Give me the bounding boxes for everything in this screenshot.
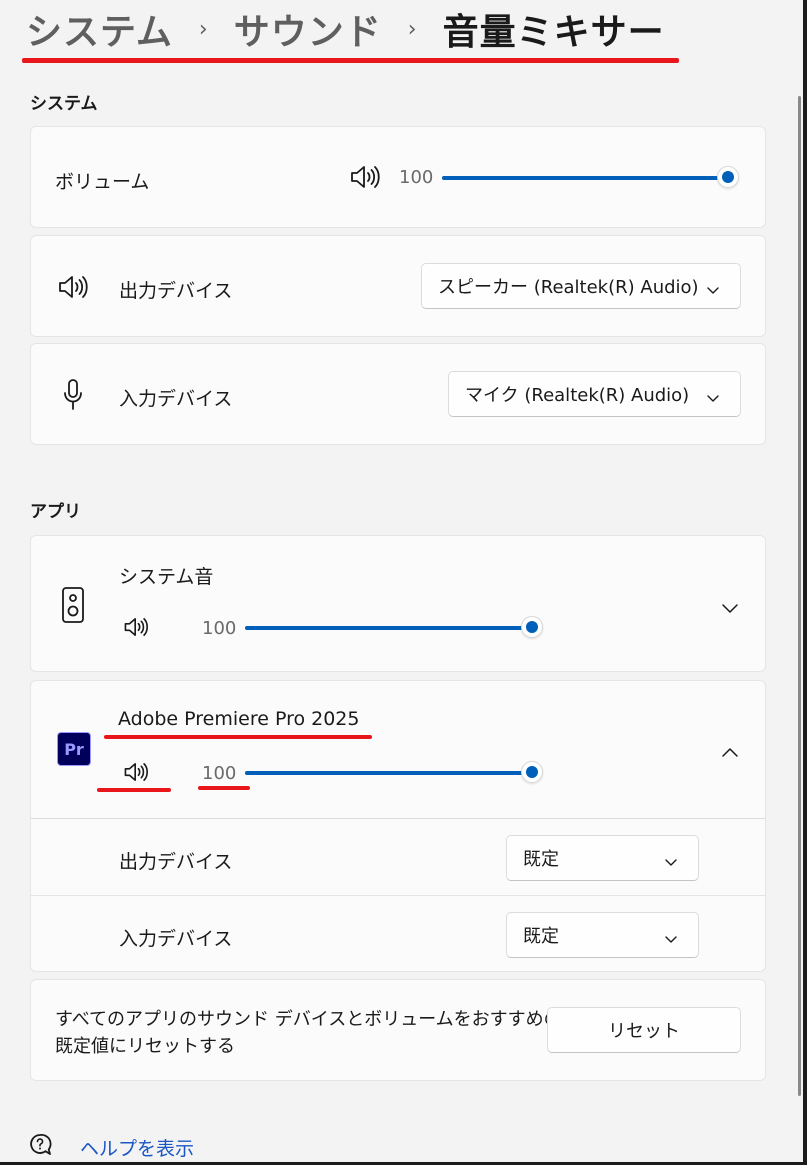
- chevron-up-icon[interactable]: [721, 743, 739, 762]
- chevron-down-icon[interactable]: [721, 599, 739, 618]
- reset-button[interactable]: リセット: [547, 1007, 741, 1053]
- divider: [31, 895, 765, 896]
- app-volume-value: 100: [202, 618, 237, 639]
- input-device-value: マイク (Realtek(R) Audio): [465, 385, 690, 406]
- speaker-icon: [57, 274, 89, 304]
- output-device-value: スピーカー (Realtek(R) Audio): [438, 277, 699, 298]
- volume-label: ボリューム: [55, 171, 150, 193]
- window-edge: [803, 0, 807, 1165]
- app-name-system-sounds: システム音: [119, 566, 214, 588]
- output-device-dropdown[interactable]: スピーカー (Realtek(R) Audio): [421, 263, 741, 309]
- breadcrumb-sound[interactable]: サウンド: [234, 3, 382, 55]
- chevron-down-icon: [706, 279, 720, 300]
- page-title: 音量ミキサー: [442, 12, 665, 53]
- volume-value: 100: [399, 167, 434, 188]
- help-icon: [29, 1133, 55, 1161]
- app-card-system-sounds: システム音 100: [30, 535, 766, 672]
- reset-description: すべてのアプリのサウンド デバイスとボリュームをおすすめの 既定値にリセットする: [55, 1006, 562, 1060]
- output-device-card: 出力デバイス スピーカー (Realtek(R) Audio): [30, 235, 766, 337]
- app-volume-value: 100: [202, 763, 237, 784]
- system-section-heading: システム: [30, 94, 98, 114]
- annotation-underline: [198, 786, 250, 790]
- annotation-underline: [104, 735, 372, 739]
- app-output-device-dropdown[interactable]: 既定: [506, 835, 699, 881]
- divider: [31, 818, 765, 819]
- reset-card: すべてのアプリのサウンド デバイスとボリュームをおすすめの 既定値にリセットする…: [30, 979, 766, 1081]
- annotation-underline: [22, 58, 679, 63]
- breadcrumb-separator: ›: [198, 16, 208, 42]
- microphone-icon: [63, 378, 83, 416]
- app-volume-slider[interactable]: [245, 761, 543, 784]
- input-device-label: 入力デバイス: [119, 388, 233, 410]
- chevron-down-icon: [664, 851, 678, 872]
- apps-section-heading: アプリ: [30, 502, 81, 522]
- speaker-icon[interactable]: [123, 761, 149, 787]
- help-link[interactable]: ヘルプを表示: [80, 1134, 194, 1161]
- chevron-down-icon: [664, 928, 678, 949]
- app-input-device-value: 既定: [523, 926, 559, 947]
- system-sounds-icon: [61, 586, 85, 628]
- breadcrumb-separator: ›: [407, 16, 417, 42]
- chevron-down-icon: [706, 387, 720, 408]
- app-output-device-value: 既定: [523, 849, 559, 870]
- app-name-premiere: Adobe Premiere Pro 2025: [118, 708, 360, 730]
- input-device-dropdown[interactable]: マイク (Realtek(R) Audio): [448, 371, 741, 417]
- app-volume-slider[interactable]: [245, 616, 543, 639]
- volume-card: ボリューム 100: [30, 126, 766, 228]
- scrollbar[interactable]: [798, 96, 801, 1096]
- speaker-icon[interactable]: [123, 616, 149, 642]
- annotation-underline: [97, 788, 171, 792]
- breadcrumb: システム › サウンド › 音量ミキサー: [26, 4, 665, 54]
- speaker-icon[interactable]: [349, 164, 381, 194]
- app-input-device-dropdown[interactable]: 既定: [506, 912, 699, 958]
- premiere-pro-icon: Pr: [57, 732, 91, 766]
- output-device-label: 出力デバイス: [119, 280, 233, 302]
- app-input-device-label: 入力デバイス: [119, 928, 233, 950]
- reset-description-line: すべてのアプリのサウンド デバイスとボリュームをおすすめの: [55, 1009, 562, 1030]
- app-card-premiere: Pr Adobe Premiere Pro 2025 100 出力デバイス 既定…: [30, 680, 766, 972]
- volume-slider[interactable]: [442, 166, 739, 189]
- input-device-card: 入力デバイス マイク (Realtek(R) Audio): [30, 343, 766, 445]
- app-output-device-label: 出力デバイス: [119, 851, 233, 873]
- reset-description-line: 既定値にリセットする: [55, 1036, 235, 1057]
- breadcrumb-system[interactable]: システム: [26, 3, 173, 55]
